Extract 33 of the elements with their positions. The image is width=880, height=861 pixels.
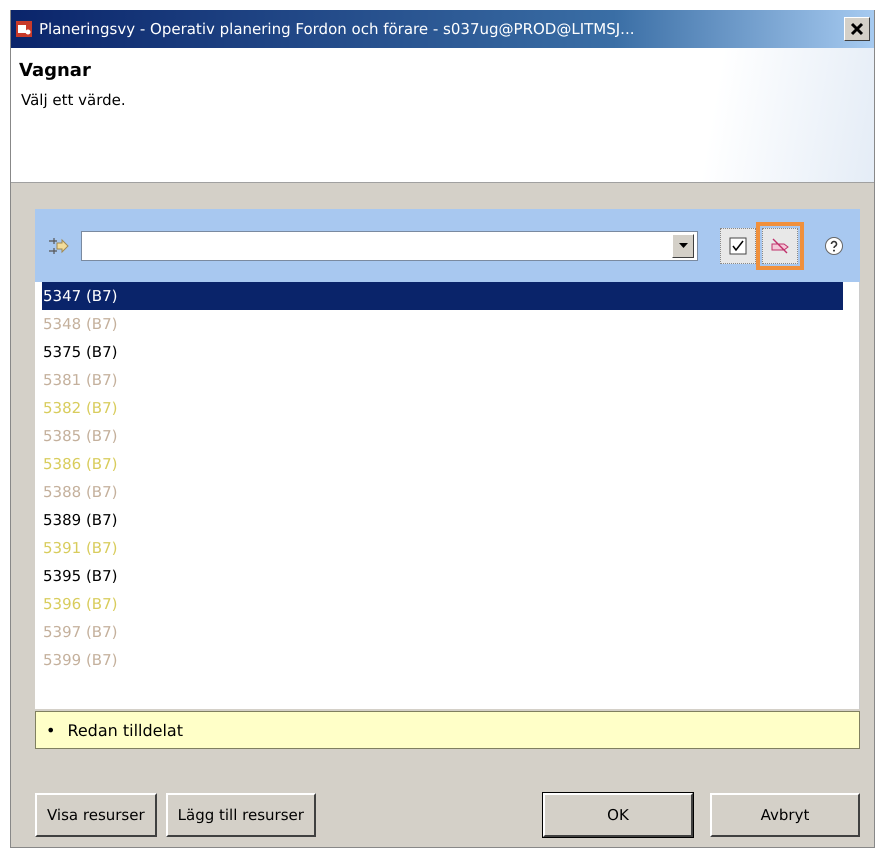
strikethrough-toggle-button[interactable] — [762, 228, 798, 264]
ok-button[interactable]: OK — [543, 793, 693, 837]
list-item[interactable]: 5347 (B7) — [42, 282, 843, 310]
list-item[interactable]: 5389 (B7) — [42, 506, 843, 534]
dialog-message: Välj ett värde. — [21, 91, 127, 109]
list-item[interactable]: 5397 (B7) — [42, 618, 843, 646]
dialog-button[interactable]: Visa resurser — [35, 793, 157, 837]
filter-combobox[interactable] — [81, 230, 698, 260]
list-item[interactable]: 5375 (B7) — [42, 338, 843, 366]
list-item[interactable]: 5381 (B7) — [42, 366, 843, 394]
list-item[interactable]: 5395 (B7) — [42, 562, 843, 590]
dialog-title: Vagnar — [19, 60, 92, 81]
list-item[interactable]: 5382 (B7) — [42, 394, 843, 422]
dialog-button[interactable]: Lägg till resurser — [166, 793, 316, 837]
list-item[interactable]: 5385 (B7) — [42, 422, 843, 450]
help-icon[interactable] — [824, 236, 844, 256]
close-icon — [850, 22, 864, 36]
window-title: Planeringsvy - Operativ planering Fordon och förare - s037ug@PROD@LITMSJ... — [39, 20, 636, 38]
checkmark-icon — [729, 236, 747, 254]
cancel-button[interactable]: Avbryt — [710, 793, 860, 837]
list-item[interactable]: 5396 (B7) — [42, 590, 843, 618]
filter-arrows-icon — [47, 236, 69, 256]
legend-text: Redan tilldelat — [67, 720, 183, 740]
list-item[interactable]: 5348 (B7) — [42, 310, 843, 338]
checkmark-toggle-button[interactable] — [720, 228, 756, 264]
app-icon — [15, 20, 33, 38]
crossed-tag-icon — [769, 236, 791, 254]
list-item[interactable]: 5388 (B7) — [42, 478, 843, 506]
close-button[interactable] — [844, 17, 870, 41]
legend-bullet: • — [46, 720, 56, 740]
list-item[interactable]: 5391 (B7) — [42, 534, 843, 562]
list-item[interactable]: 5399 (B7) — [42, 646, 843, 674]
list-item[interactable]: 5386 (B7) — [42, 450, 843, 478]
